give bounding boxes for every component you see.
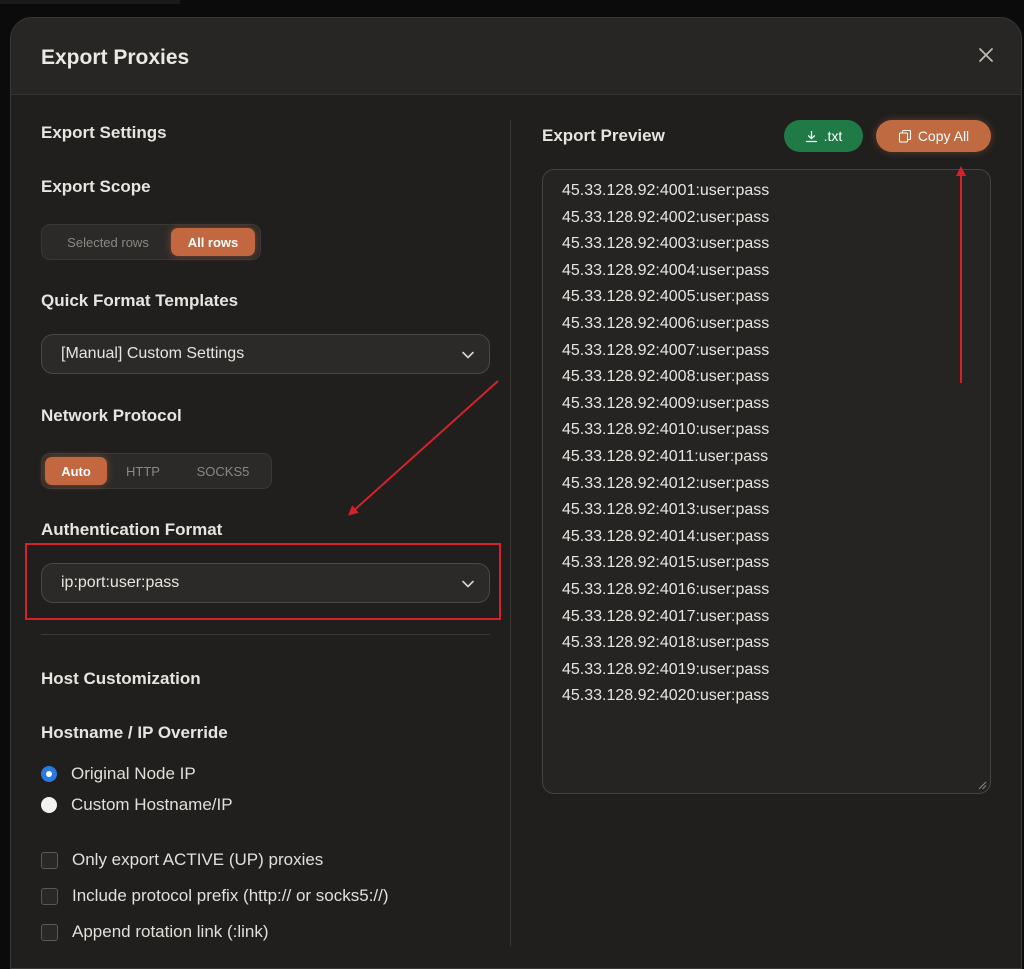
protocol-auto[interactable]: Auto (45, 457, 107, 485)
download-icon (805, 130, 817, 142)
dialog-header: Export Proxies (11, 18, 1021, 95)
checkbox-rotation-link[interactable]: Append rotation link (:link) (41, 922, 269, 942)
preview-line: 45.33.128.92:4004:user:pass (562, 261, 770, 279)
backdrop (0, 0, 180, 4)
preview-line: 45.33.128.92:4009:user:pass (562, 394, 770, 412)
preview-line: 45.33.128.92:4018:user:pass (562, 634, 770, 652)
preview-lines: 45.33.128.92:4001:user:pass 45.33.128.92:… (562, 178, 990, 710)
preview-line: 45.33.128.92:4002:user:pass (562, 208, 770, 226)
copy-all-button[interactable]: Copy All (876, 120, 991, 152)
radio-label: Custom Hostname/IP (71, 795, 233, 814)
section-divider (41, 634, 490, 635)
preview-line: 45.33.128.92:4020:user:pass (562, 687, 770, 705)
copy-all-label: Copy All (917, 128, 970, 144)
protocol-socks5[interactable]: SOCKS5 (179, 457, 267, 485)
preview-line: 45.33.128.92:4013:user:pass (562, 501, 770, 519)
checkbox-label: Append rotation link (:link) (72, 922, 269, 941)
preview-line: 45.33.128.92:4019:user:pass (562, 660, 770, 678)
column-divider (510, 120, 511, 946)
preview-line: 45.33.128.92:4003:user:pass (562, 235, 770, 253)
quick-format-heading: Quick Format Templates (41, 291, 239, 310)
checkbox-box (41, 851, 58, 869)
preview-line: 45.33.128.92:4010:user:pass (562, 421, 770, 439)
close-button[interactable] (975, 44, 997, 66)
scope-selected-rows[interactable]: Selected rows (45, 228, 171, 256)
export-settings-heading: Export Settings (41, 123, 167, 142)
auth-format-heading: Authentication Format (41, 520, 223, 539)
checkbox-label: Include protocol prefix (http:// or sock… (72, 886, 389, 905)
preview-line: 45.33.128.92:4001:user:pass (562, 182, 770, 199)
close-icon (979, 48, 993, 62)
download-label: .txt (823, 128, 843, 144)
checkbox-box (41, 923, 58, 941)
export-scope-heading: Export Scope (41, 177, 151, 196)
download-txt-button[interactable]: .txt (784, 120, 863, 152)
radio-custom-hostname[interactable]: Custom Hostname/IP (41, 795, 233, 815)
annotation-arrow-diagonal (348, 380, 499, 516)
preview-line: 45.33.128.92:4006:user:pass (562, 314, 770, 332)
checkbox-only-active[interactable]: Only export ACTIVE (UP) proxies (41, 850, 323, 870)
hostname-override-heading: Hostname / IP Override (41, 723, 228, 742)
preview-line: 45.33.128.92:4012:user:pass (562, 474, 770, 492)
preview-line: 45.33.128.92:4015:user:pass (562, 554, 770, 572)
radio-label: Original Node IP (71, 764, 196, 783)
preview-line: 45.33.128.92:4016:user:pass (562, 580, 770, 598)
export-scope-toggle: Selected rows All rows (41, 224, 261, 260)
radio-original-node-ip[interactable]: Original Node IP (41, 764, 196, 784)
protocol-http[interactable]: HTTP (107, 457, 179, 485)
export-preview-heading: Export Preview (542, 126, 665, 145)
network-protocol-heading: Network Protocol (41, 406, 182, 425)
auth-format-value: ip:port:user:pass (61, 574, 180, 591)
export-preview-textarea[interactable]: 45.33.128.92:4001:user:pass 45.33.128.92:… (542, 169, 991, 794)
quick-format-select[interactable]: [Manual] Custom Settings (41, 334, 490, 374)
host-customization-heading: Host Customization (41, 669, 201, 688)
auth-format-select[interactable]: ip:port:user:pass (41, 563, 490, 603)
preview-line: 45.33.128.92:4011:user:pass (562, 447, 769, 465)
preview-line: 45.33.128.92:4007:user:pass (562, 341, 770, 359)
dialog-title: Export Proxies (41, 46, 190, 69)
network-protocol-toggle: Auto HTTP SOCKS5 (41, 453, 272, 489)
radio-unselected-icon (41, 797, 57, 813)
preview-line: 45.33.128.92:4017:user:pass (562, 607, 770, 625)
chevron-down-icon (462, 351, 474, 359)
quick-format-value: [Manual] Custom Settings (61, 345, 245, 362)
preview-line: 45.33.128.92:4014:user:pass (562, 527, 770, 545)
checkbox-protocol-prefix[interactable]: Include protocol prefix (http:// or sock… (41, 886, 389, 906)
resize-handle-icon[interactable] (977, 780, 987, 790)
checkbox-label: Only export ACTIVE (UP) proxies (72, 850, 324, 869)
radio-selected-icon (41, 766, 57, 782)
preview-line: 45.33.128.92:4008:user:pass (562, 368, 770, 386)
export-proxies-dialog: Export Proxies Export Settings Export Sc… (10, 17, 1022, 969)
chevron-down-icon (462, 580, 474, 588)
copy-icon (898, 129, 911, 143)
scope-all-rows[interactable]: All rows (171, 228, 255, 256)
checkbox-box (41, 887, 58, 905)
preview-line: 45.33.128.92:4005:user:pass (562, 288, 770, 306)
